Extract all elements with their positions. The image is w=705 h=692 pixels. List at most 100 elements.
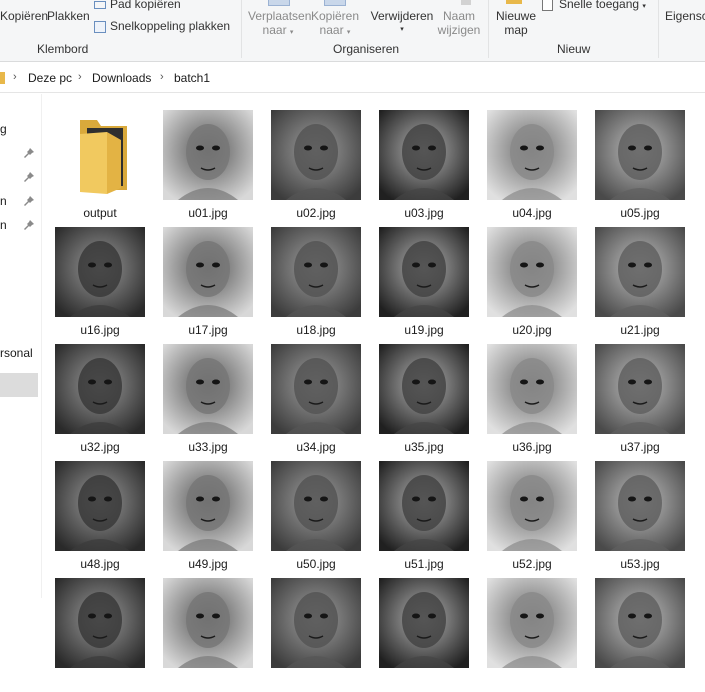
folder-item[interactable]: output (50, 110, 150, 224)
ribbon-separator (488, 0, 489, 58)
pc-icon (0, 72, 5, 84)
wijzigen-label: wijzigen (437, 23, 481, 37)
image-thumbnail (379, 110, 469, 200)
image-thumbnail (55, 461, 145, 551)
image-thumbnail (163, 227, 253, 317)
image-file-item[interactable]: u01.jpg (158, 110, 258, 224)
chevron-right-icon: › (13, 71, 17, 83)
nieuwe-map-button[interactable]: Nieuwe map (494, 9, 538, 37)
verplaatsen-label-2: naar ▾ (262, 23, 294, 37)
image-file-item[interactable]: u04.jpg (482, 110, 582, 224)
pin-icon[interactable] (24, 196, 34, 206)
image-file-item[interactable] (590, 578, 690, 692)
image-thumbnail (595, 578, 685, 668)
file-name-label: u32.jpg (80, 440, 120, 454)
image-file-item[interactable]: u16.jpg (50, 227, 150, 341)
verplaatsen-label: Verplaatsen (248, 9, 312, 23)
image-thumbnail (595, 344, 685, 434)
group-label-nieuw: Nieuw (557, 42, 591, 56)
pad-kopieren-button[interactable]: Pad kopiëren (94, 0, 181, 11)
nav-item-pinned-1[interactable]: n (0, 194, 7, 208)
image-file-item[interactable]: u03.jpg (374, 110, 474, 224)
breadcrumb-deze-pc[interactable]: Deze pc (28, 71, 72, 85)
image-thumbnail (271, 461, 361, 551)
image-thumbnail (163, 461, 253, 551)
image-file-item[interactable]: u05.jpg (590, 110, 690, 224)
breadcrumb-batch1[interactable]: batch1 (174, 71, 210, 85)
image-file-item[interactable]: u33.jpg (158, 344, 258, 458)
eigenschappen-button[interactable]: Eigensc (665, 9, 705, 23)
group-label-organiseren: Organiseren (333, 42, 400, 56)
image-thumbnail (487, 227, 577, 317)
file-name-label: u19.jpg (404, 323, 444, 337)
image-file-item[interactable]: u52.jpg (482, 461, 582, 575)
image-file-item[interactable] (374, 578, 474, 692)
file-name-label: u51.jpg (404, 557, 444, 571)
nav-item-pinned-2[interactable]: n (0, 218, 7, 232)
image-thumbnail (271, 344, 361, 434)
chevron-right-icon: › (78, 71, 82, 83)
image-thumbnail (55, 578, 145, 668)
image-thumbnail (487, 344, 577, 434)
snelkoppeling-plakken-button[interactable]: Snelkoppeling plakken (94, 19, 230, 33)
nav-item-personal[interactable]: rsonal (0, 346, 33, 360)
image-file-item[interactable]: u49.jpg (158, 461, 258, 575)
image-file-item[interactable]: u34.jpg (266, 344, 366, 458)
nav-item-selected[interactable] (0, 373, 38, 397)
address-bar[interactable]: › Deze pc › Downloads › batch1 (0, 63, 705, 93)
image-file-item[interactable]: u51.jpg (374, 461, 474, 575)
image-file-item[interactable]: u02.jpg (266, 110, 366, 224)
image-file-item[interactable]: u17.jpg (158, 227, 258, 341)
pin-icon[interactable] (24, 172, 34, 182)
image-thumbnail (595, 461, 685, 551)
image-file-item[interactable]: u35.jpg (374, 344, 474, 458)
verwijderen-button[interactable]: Verwijderen ▾ (370, 9, 434, 37)
dropdown-arrow-icon: ▾ (346, 29, 351, 36)
breadcrumb-downloads[interactable]: Downloads (92, 71, 151, 85)
image-file-item[interactable]: u36.jpg (482, 344, 582, 458)
nav-item-quick-access[interactable]: g (0, 122, 7, 136)
image-file-item[interactable]: u48.jpg (50, 461, 150, 575)
kopieren-naar-label-2: naar ▾ (319, 23, 351, 37)
image-thumbnail (379, 227, 469, 317)
kopieren-button[interactable]: Kopiëren (0, 9, 48, 23)
snelle-toegang-button[interactable]: Snelle toegang ▾ (542, 0, 646, 11)
image-file-item[interactable]: u20.jpg (482, 227, 582, 341)
image-thumbnail (379, 578, 469, 668)
image-file-item[interactable]: u53.jpg (590, 461, 690, 575)
file-name-label: u04.jpg (512, 206, 552, 220)
image-thumbnail (163, 578, 253, 668)
ribbon: Kopiëren Plakken Pad kopiëren Snelkoppel… (0, 0, 705, 62)
kopieren-naar-button[interactable]: Kopiëren naar ▾ (309, 9, 361, 40)
image-file-item[interactable] (266, 578, 366, 692)
file-name-label: u01.jpg (188, 206, 228, 220)
image-file-item[interactable] (158, 578, 258, 692)
pin-icon[interactable] (24, 148, 34, 158)
file-name-label: u37.jpg (620, 440, 660, 454)
image-file-item[interactable]: u19.jpg (374, 227, 474, 341)
image-file-item[interactable]: u32.jpg (50, 344, 150, 458)
snelkoppeling-icon (94, 20, 106, 33)
snelkoppeling-label: Snelkoppeling plakken (110, 19, 231, 33)
naam-label: Naam (442, 9, 475, 23)
chevron-right-icon: › (160, 71, 164, 83)
kopieren-naar-icon (324, 0, 346, 6)
plakken-button[interactable]: Plakken (47, 9, 90, 23)
image-file-item[interactable]: u21.jpg (590, 227, 690, 341)
nieuwe-label: Nieuwe (495, 9, 537, 23)
image-thumbnail (487, 461, 577, 551)
image-file-item[interactable]: u18.jpg (266, 227, 366, 341)
image-thumbnail (163, 110, 253, 200)
snelle-toegang-icon (542, 0, 553, 11)
image-file-item[interactable] (50, 578, 150, 692)
image-thumbnail (379, 461, 469, 551)
dropdown-arrow-icon: ▾ (289, 29, 294, 36)
file-name-label: u03.jpg (404, 206, 444, 220)
naam-wijzigen-button[interactable]: Naam wijzigen (436, 9, 482, 37)
image-file-item[interactable]: u37.jpg (590, 344, 690, 458)
verplaatsen-naar-button[interactable]: Verplaatsen naar ▾ (248, 9, 312, 40)
image-file-item[interactable] (482, 578, 582, 692)
file-name-label: u36.jpg (512, 440, 552, 454)
image-file-item[interactable]: u50.jpg (266, 461, 366, 575)
pin-icon[interactable] (24, 220, 34, 230)
